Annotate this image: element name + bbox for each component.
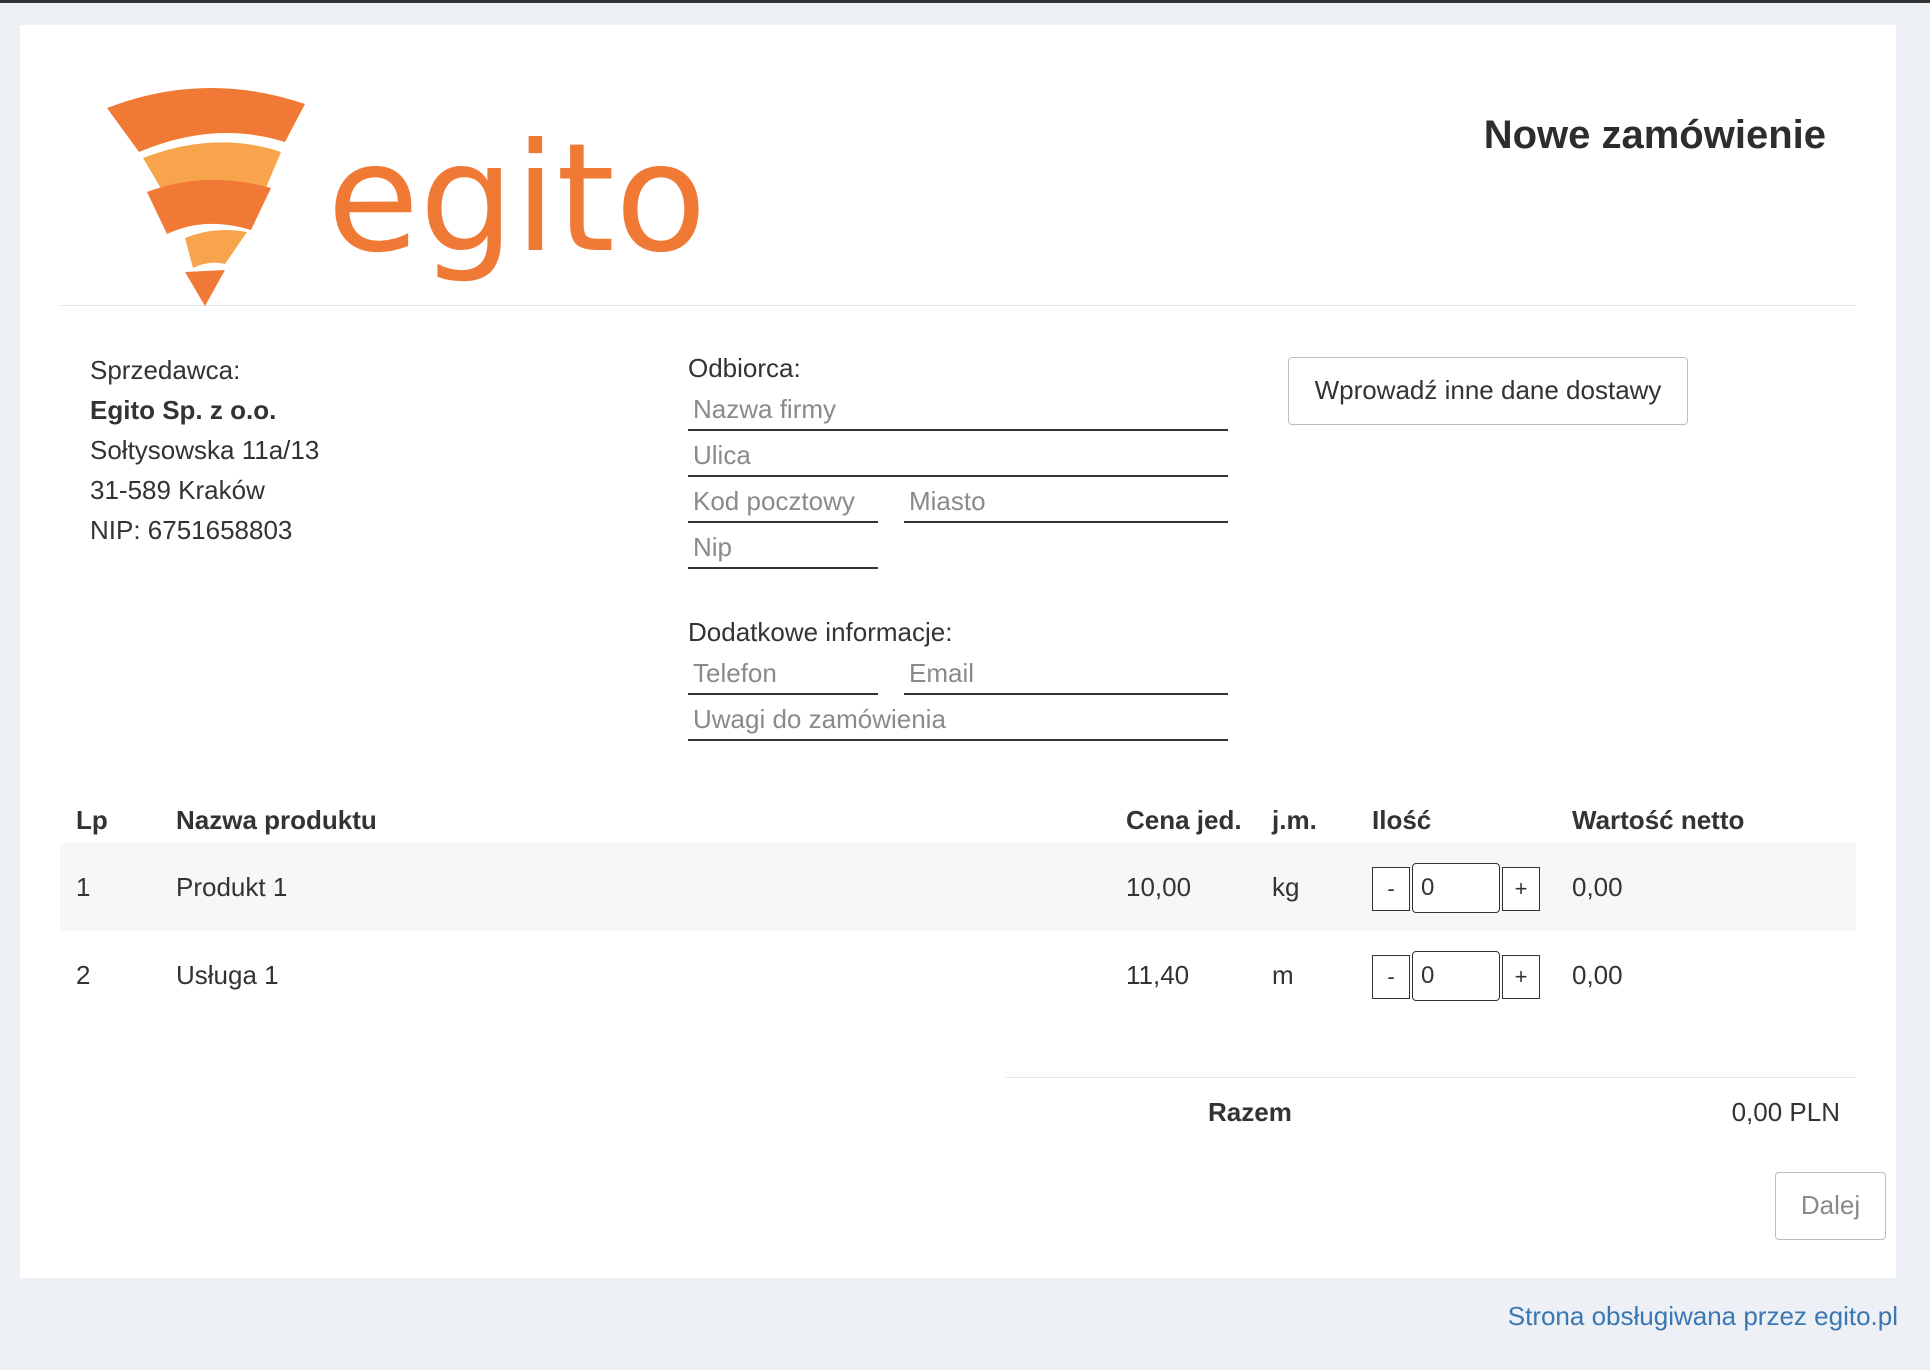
increment-button[interactable]: + (1502, 955, 1540, 999)
row-lp: 2 (76, 960, 91, 990)
city-input[interactable]: Miasto (904, 479, 1228, 523)
seller-nip: NIP: 6751658803 (90, 515, 293, 545)
row-unit-price: 10,00 (1126, 872, 1192, 902)
total-divider (1006, 1077, 1856, 1078)
header: egito Nowe zamówienie (60, 25, 1856, 306)
increment-button[interactable]: + (1502, 867, 1540, 911)
seller-city: 31-589 Kraków (90, 475, 265, 505)
next-button[interactable]: Dalej (1775, 1172, 1886, 1240)
order-notes-input[interactable]: Uwagi do zamówienia (688, 697, 1228, 741)
decrement-button[interactable]: - (1372, 955, 1410, 999)
company-name-input[interactable]: Nazwa firmy (688, 387, 1228, 431)
quantity-input[interactable]: 0 (1412, 951, 1500, 1001)
postcode-input[interactable]: Kod pocztowy (688, 479, 878, 523)
table-row: 1 Produkt 1 10,00 kg - 0 + 0,00 (60, 843, 1856, 931)
col-product-name: Nazwa produktu (176, 805, 377, 835)
seller-info: Sprzedawca: Egito Sp. z o.o. Sołtysowska… (90, 350, 319, 550)
egito-logo-icon: egito (107, 87, 707, 306)
additional-info-label: Dodatkowe informacje: (688, 617, 953, 647)
email-input[interactable]: Email (904, 651, 1228, 695)
row-net-value: 0,00 (1572, 960, 1623, 990)
table-row: 2 Usługa 1 11,40 m - 0 + 0,00 (60, 931, 1856, 1019)
egito-logo[interactable]: egito (105, 80, 725, 320)
decrement-button[interactable]: - (1372, 867, 1410, 911)
row-lp: 1 (76, 872, 91, 902)
total-value: 0,00 PLN (1731, 1097, 1840, 1127)
row-unit-price: 11,40 (1126, 960, 1190, 990)
col-quantity: Ilość (1372, 805, 1432, 835)
total-label: Razem (1208, 1097, 1292, 1127)
page-title: Nowe zamówienie (1483, 113, 1826, 157)
seller-name: Egito Sp. z o.o. (90, 395, 277, 425)
other-delivery-data-button[interactable]: Wprowadź inne dane dostawy (1288, 357, 1688, 425)
row-unit: kg (1272, 872, 1300, 902)
footer-link[interactable]: Strona obsługiwana przez egito.pl (1508, 1301, 1898, 1332)
phone-input[interactable]: Telefon (688, 651, 878, 695)
row-net-value: 0,00 (1572, 872, 1623, 902)
row-unit: m (1272, 960, 1294, 990)
order-card: egito Nowe zamówienie Sprzedawca: Egito … (20, 25, 1896, 1278)
col-lp: Lp (76, 805, 108, 835)
row-product-name: Usługa 1 (176, 960, 279, 990)
nip-input[interactable]: Nip (688, 525, 878, 569)
col-net-value: Wartość netto (1572, 805, 1745, 835)
col-unit: j.m. (1272, 805, 1317, 835)
brand-name: egito (327, 112, 707, 286)
quantity-input[interactable]: 0 (1412, 863, 1500, 913)
recipient-label: Odbiorca: (688, 353, 801, 383)
seller-label: Sprzedawca: (90, 355, 241, 385)
seller-street: Sołtysowska 11a/13 (90, 435, 320, 465)
row-product-name: Produkt 1 (176, 872, 288, 902)
street-input[interactable]: Ulica (688, 433, 1228, 477)
col-unit-price: Cena jed. (1126, 805, 1242, 835)
